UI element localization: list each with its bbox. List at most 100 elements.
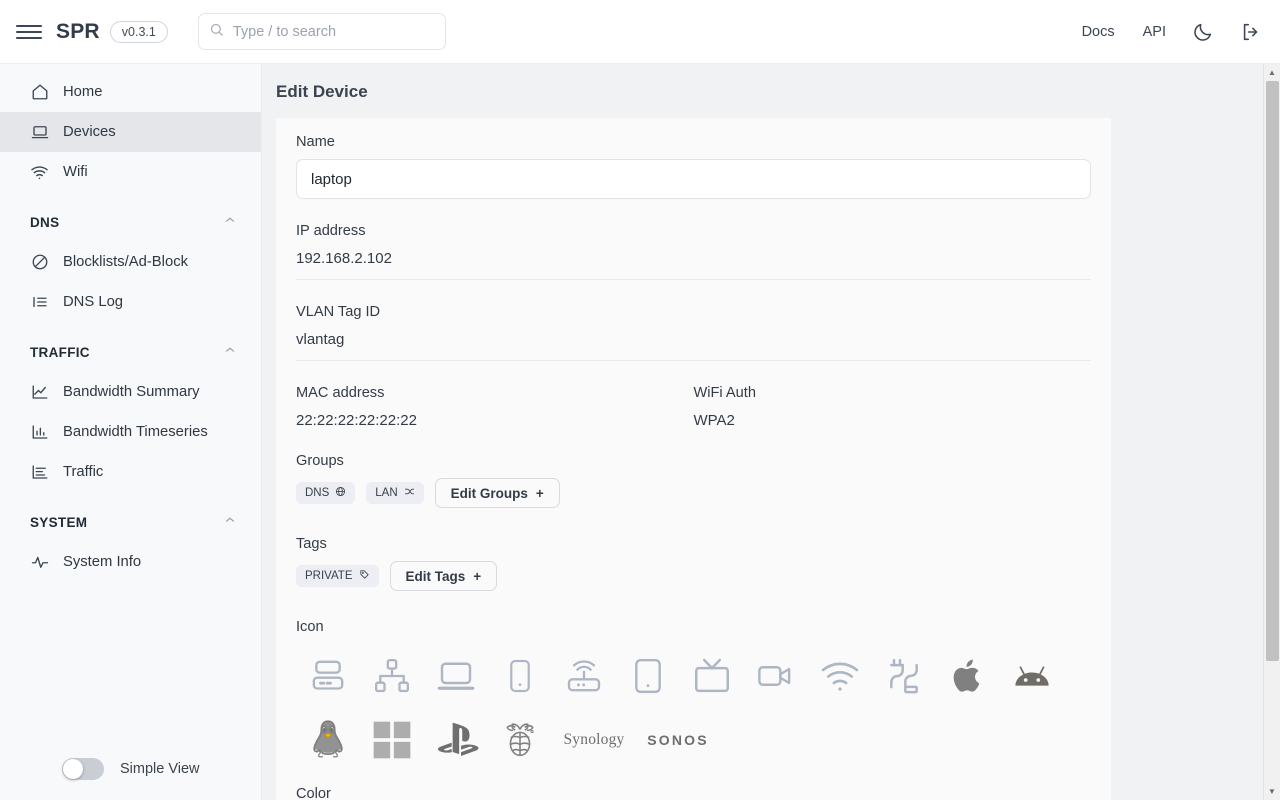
sidebar-item-label: DNS Log [63, 294, 124, 310]
name-label: Name [296, 134, 335, 150]
sidebar-item-wifi[interactable]: Wifi [0, 152, 261, 192]
sidebar-item-dns-log[interactable]: DNS Log [0, 282, 261, 322]
mobile-phone-icon[interactable] [488, 644, 552, 708]
windows-logo-icon[interactable] [360, 708, 424, 772]
sidebar-item-system-info[interactable]: System Info [0, 542, 261, 582]
version-badge: v0.3.1 [109, 20, 168, 43]
laptop-icon [30, 123, 49, 142]
edit-tags-button[interactable]: Edit Tags + [389, 561, 498, 591]
wifi-icon [30, 163, 49, 182]
sidebar-section-system[interactable]: SYSTEM [0, 502, 261, 542]
wifi-auth-field: WiFi Auth WPA2 [694, 385, 1092, 441]
caret-down-icon[interactable]: ▼ [1264, 783, 1280, 800]
edit-tags-label: Edit Tags [405, 568, 466, 584]
icon-label: Icon [296, 619, 324, 635]
group-chip-label: LAN [375, 487, 398, 499]
ip-value: 192.168.2.102 [296, 248, 1091, 280]
home-icon [30, 83, 49, 102]
sidebar-section-traffic[interactable]: TRAFFIC [0, 332, 261, 372]
main-content: Edit Device Name laptop IP address 192.1… [262, 64, 1280, 800]
groups-field: Groups DNS LAN Edit Groups + [296, 453, 1091, 508]
hamburger-icon[interactable] [16, 19, 42, 45]
name-input[interactable]: laptop [296, 159, 1091, 199]
mac-field: MAC address 22:22:22:22:22:22 [296, 385, 694, 441]
list-icon [30, 293, 49, 312]
desktop-tower-icon[interactable] [296, 644, 360, 708]
raspberry-pi-logo-icon[interactable] [488, 708, 552, 772]
sidebar-item-label: System Info [63, 554, 142, 570]
main-inner: Edit Device Name laptop IP address 192.1… [262, 64, 1265, 800]
tag-icon [359, 569, 370, 583]
search-input[interactable]: Type / to search [197, 13, 446, 50]
plug-cable-icon[interactable] [872, 644, 936, 708]
sidebar-item-traffic[interactable]: Traffic [0, 452, 261, 492]
color-label: Color [296, 786, 331, 800]
docs-link[interactable]: Docs [1082, 24, 1115, 40]
group-chip-dns[interactable]: DNS [296, 482, 356, 504]
sidebar-item-blocklists[interactable]: Blocklists/Ad-Block [0, 242, 261, 282]
scrollbar-thumb[interactable] [1266, 81, 1279, 661]
activity-icon [30, 553, 49, 572]
sidebar-item-label: Traffic [63, 464, 104, 480]
sonos-logo-icon[interactable]: SONOS [636, 708, 720, 772]
sidebar-item-bandwidth-timeseries[interactable]: Bandwidth Timeseries [0, 412, 261, 452]
group-chip-lan[interactable]: LAN [366, 482, 424, 504]
groups-label: Groups [296, 453, 344, 469]
apple-logo-icon[interactable] [936, 644, 1000, 708]
moon-icon[interactable] [1192, 21, 1214, 43]
wifi-auth-label: WiFi Auth [693, 385, 756, 401]
body-region: Home Devices Wifi DNS Blocklists/Ad-Bloc… [0, 64, 1280, 800]
edit-groups-button[interactable]: Edit Groups + [434, 478, 560, 508]
tag-chip-private[interactable]: PRIVATE [296, 565, 379, 587]
android-logo-icon[interactable] [1000, 644, 1064, 708]
caret-up-icon[interactable]: ▲ [1264, 64, 1280, 81]
globe-icon [335, 486, 346, 500]
video-camera-icon[interactable] [744, 644, 808, 708]
chevron-up-icon [223, 213, 237, 232]
section-title: TRAFFIC [30, 344, 90, 360]
bar-chart-icon [30, 423, 49, 442]
top-header: SPR v0.3.1 Type / to search Docs API [0, 0, 1280, 64]
vlan-label: VLAN Tag ID [296, 304, 381, 320]
laptop-icon[interactable] [424, 644, 488, 708]
linux-tux-icon[interactable] [296, 708, 360, 772]
ip-field: IP address 192.168.2.102 [296, 223, 1091, 280]
page-title: Edit Device [276, 82, 368, 101]
sidebar-item-label: Home [63, 84, 103, 100]
tag-chip-label: PRIVATE [305, 570, 353, 582]
simple-view-row: Simple View [0, 738, 261, 800]
search-placeholder: Type / to search [232, 23, 337, 40]
edit-device-card: Name laptop IP address 192.168.2.102 VLA… [276, 118, 1111, 800]
sidebar-item-bandwidth-summary[interactable]: Bandwidth Summary [0, 372, 261, 412]
tags-chip-row: PRIVATE Edit Tags + [296, 561, 1091, 591]
toggle-knob [63, 759, 83, 779]
sitemap-network-icon[interactable] [360, 644, 424, 708]
vertical-scrollbar[interactable]: ▲ ▼ [1263, 64, 1280, 800]
traffic-chart-icon [30, 463, 49, 482]
mac-wifi-row: MAC address 22:22:22:22:22:22 WiFi Auth … [296, 385, 1091, 441]
chevron-up-icon [223, 513, 237, 532]
api-link[interactable]: API [1143, 24, 1166, 40]
sidebar-section-dns[interactable]: DNS [0, 202, 261, 242]
simple-view-toggle[interactable] [62, 758, 104, 780]
logout-icon[interactable] [1240, 21, 1262, 43]
vlan-value: vlantag [296, 329, 1091, 361]
wifi-signal-icon[interactable] [808, 644, 872, 708]
tablet-icon[interactable] [616, 644, 680, 708]
synology-logo-icon[interactable]: Synology [552, 708, 636, 772]
router-wifi-icon[interactable] [552, 644, 616, 708]
chevron-up-icon [223, 343, 237, 362]
app-root: SPR v0.3.1 Type / to search Docs API Hom… [0, 0, 1280, 800]
sidebar-item-label: Bandwidth Timeseries [63, 424, 208, 440]
simple-view-label: Simple View [120, 761, 200, 777]
app-brand: SPR [56, 19, 100, 43]
icon-grid: Synology SONOS [296, 644, 1086, 772]
tv-icon[interactable] [680, 644, 744, 708]
sidebar-item-devices[interactable]: Devices [0, 112, 261, 152]
playstation-logo-icon[interactable] [424, 708, 488, 772]
sidebar-item-home[interactable]: Home [0, 72, 261, 112]
shuffle-icon [404, 486, 415, 500]
